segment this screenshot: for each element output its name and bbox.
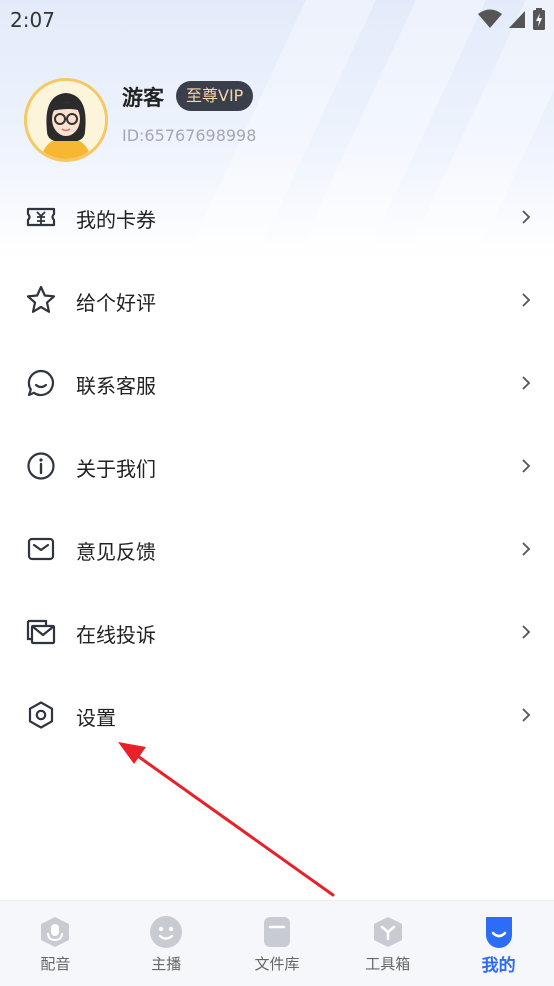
signal-icon (509, 11, 525, 28)
menu-item-label: 在线投诉 (76, 623, 156, 647)
menu-item-rate[interactable]: 给个好评 (0, 259, 554, 342)
menu-item-label: 我的卡券 (76, 208, 156, 232)
menu-item-label: 设置 (76, 706, 116, 730)
tab-anchor[interactable]: 主播 (111, 901, 222, 986)
menu-item-customer-service[interactable]: 联系客服 (0, 342, 554, 425)
menu-item-label: 意见反馈 (76, 540, 156, 564)
ticket-icon (26, 207, 56, 227)
tab-label: 配音 (40, 955, 71, 973)
vip-badge[interactable]: 至尊VIP (176, 81, 254, 111)
menu-item-complaint[interactable]: 在线投诉 (0, 591, 554, 674)
chevron-right-icon (522, 293, 531, 307)
tab-label: 文件库 (254, 955, 300, 973)
tab-toolbox[interactable]: 工具箱 (332, 901, 443, 986)
tab-label: 我的 (481, 956, 516, 976)
wifi-icon (478, 9, 502, 28)
mail-icon (27, 537, 55, 561)
chevron-right-icon (522, 708, 531, 722)
face-icon (150, 916, 183, 948)
toolbox-icon (373, 917, 402, 947)
info-icon (27, 452, 55, 480)
tab-profile[interactable]: 我的 (443, 901, 554, 986)
menu-item-coupons[interactable]: 我的卡券 (0, 176, 554, 259)
status-time: 2:07 (10, 8, 55, 32)
chevron-right-icon (522, 625, 531, 639)
menu-item-settings[interactable]: 设置 (0, 674, 554, 757)
mic-icon (41, 917, 70, 947)
menu-item-feedback[interactable]: 意见反馈 (0, 508, 554, 591)
bottom-tab-bar: 配音 主播 文件库 工具箱 我的 (0, 900, 554, 986)
file-icon (263, 917, 290, 947)
chevron-right-icon (522, 459, 531, 473)
menu-item-label: 给个好评 (76, 291, 156, 315)
star-icon (26, 285, 56, 313)
tab-label: 工具箱 (365, 955, 411, 973)
menu-list: 我的卡券 给个好评 联系客服 关于我们 意见反馈 在线投诉 设置 (0, 176, 554, 757)
status-bar: 2:07 (0, 0, 554, 40)
profile-card[interactable]: 游客 至尊VIP ID:65767698998 (24, 78, 530, 162)
chevron-right-icon (522, 542, 531, 556)
menu-item-about[interactable]: 关于我们 (0, 425, 554, 508)
user-id: ID:65767698998 (122, 126, 257, 145)
chevron-right-icon (522, 210, 531, 224)
settings-icon (28, 701, 54, 729)
tab-file-library[interactable]: 文件库 (222, 901, 333, 986)
complaint-icon (26, 619, 56, 645)
tab-dubbing[interactable]: 配音 (0, 901, 111, 986)
profile-icon (485, 917, 512, 948)
chat-icon (27, 369, 54, 397)
avatar-illustration (27, 81, 105, 159)
user-name: 游客 (122, 86, 164, 110)
battery-icon (533, 8, 545, 30)
menu-item-label: 联系客服 (76, 374, 156, 398)
chevron-right-icon (522, 376, 531, 390)
menu-item-label: 关于我们 (76, 457, 156, 481)
tab-label: 主播 (151, 955, 182, 973)
avatar[interactable] (24, 78, 108, 162)
